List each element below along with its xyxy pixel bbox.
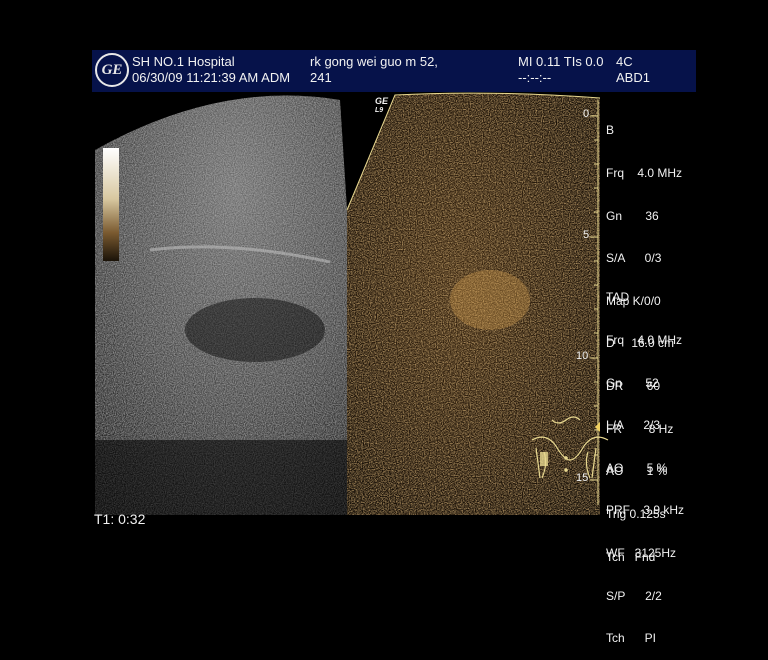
param-tad-gn: Gn 52 [606,375,659,390]
param-tad-tch: Tch PI [606,631,657,646]
param-mode-b: B [606,123,615,138]
ge-probe-mark: GE L9 [375,97,388,115]
ge-mark-label: GE [375,96,389,106]
param-tad-sp: S/P 2/2 [606,588,662,603]
param-b-gn: Gn 36 [606,208,659,223]
depth-label-15: 15 [576,472,589,484]
param-tad-la: L/A 2/3 [606,418,661,433]
depth-label-0: 0 [583,108,590,120]
param-mode-tad: TAD [606,290,630,305]
param-tad-prf: PRF 3.9 kHz [606,503,685,518]
tad-params: TAD Frq 4.0 MHz Gn 52 L/A 2/3 AO 5 % PRF… [606,262,684,660]
depth-label-5: 5 [583,229,590,241]
param-tad-wf: WF 3125Hz [606,546,677,561]
param-b-frq: Frq 4.0 MHz [606,166,683,181]
param-tad-frq: Frq 4.0 MHz [606,333,683,348]
depth-label-10: 10 [576,350,589,362]
elapsed-timer: T1: 0:32 [94,511,146,527]
probe-mark-label: L9 [375,107,384,114]
param-tad-ao: AO 5 % [606,460,668,475]
